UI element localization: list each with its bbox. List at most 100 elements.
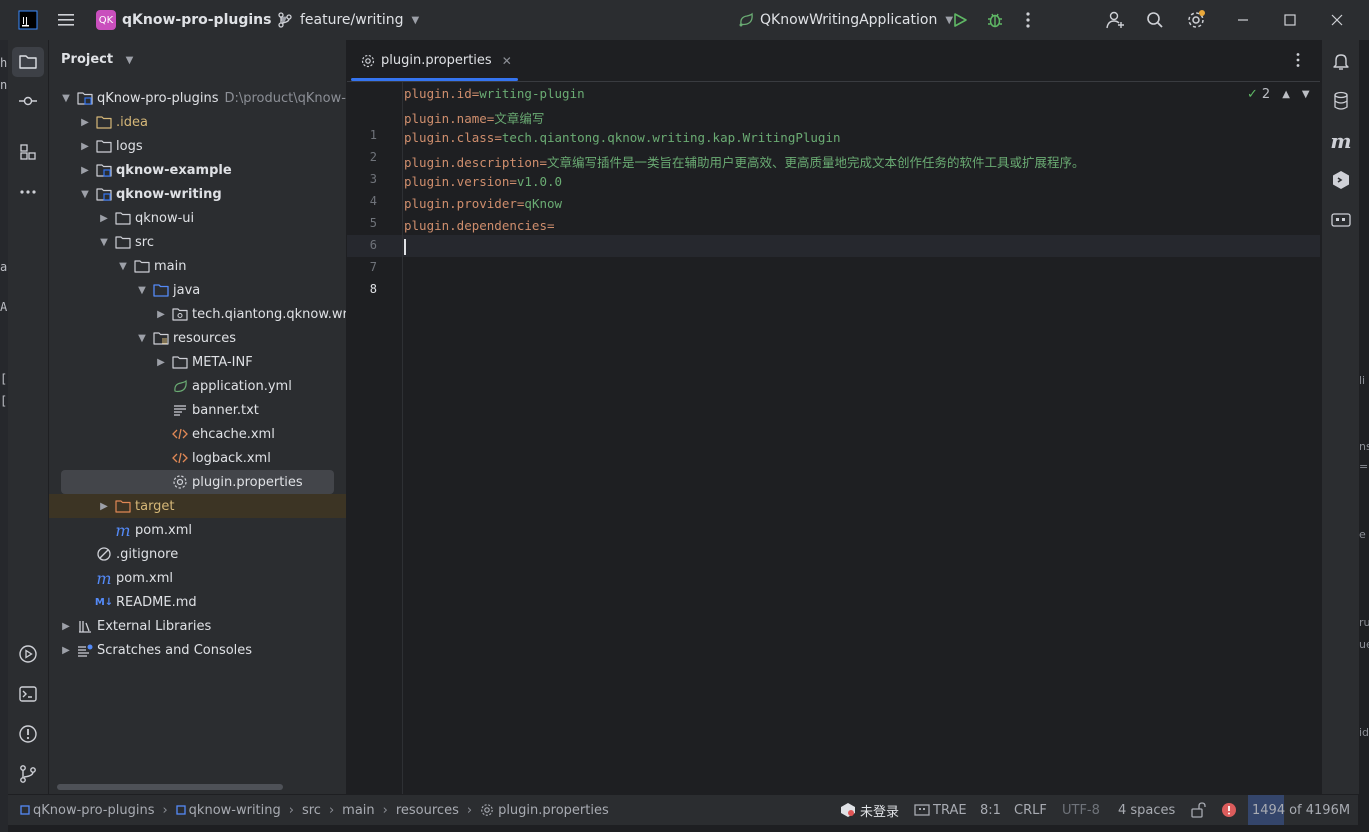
text-file-icon — [172, 402, 188, 418]
read-only-lock-icon[interactable] — [1190, 795, 1206, 825]
horizontal-scrollbar[interactable] — [57, 784, 283, 790]
indent-setting[interactable]: 4 spaces — [1118, 795, 1175, 825]
main-menu-icon[interactable] — [56, 0, 76, 40]
project-folder-icon[interactable] — [16, 50, 40, 74]
tree-item[interactable]: ▶ logs — [49, 134, 346, 158]
tree-item[interactable]: ▼ main — [49, 254, 346, 278]
collapsed-chevron-icon[interactable]: ▶ — [154, 357, 168, 368]
commit-icon[interactable] — [16, 89, 40, 113]
collapsed-chevron-icon[interactable]: ▶ — [78, 165, 92, 176]
device-manager-icon[interactable] — [1329, 208, 1353, 232]
tree-item[interactable]: ▼ java — [49, 278, 346, 302]
project-switcher[interactable]: QK qKnow-pro-plugins ▼ — [96, 0, 287, 40]
breadcrumb-item[interactable]: resources — [396, 803, 459, 818]
tree-item[interactable]: ehcache.xml — [49, 422, 346, 446]
memory-indicator[interactable]: 1494 of 4196M — [1252, 795, 1350, 825]
ai-assistant-icon[interactable] — [1329, 168, 1353, 192]
tree-item[interactable]: ▶ tech.qiantong.qknow.writ — [49, 302, 346, 326]
tree-item[interactable]: ▶ .idea — [49, 110, 346, 134]
breadcrumb-item[interactable]: qknow-writing — [189, 803, 281, 818]
property-value: 文章编写 — [494, 111, 545, 126]
error-indicator-icon[interactable] — [1221, 795, 1237, 825]
tree-item[interactable]: ▼ resources — [49, 326, 346, 350]
breadcrumb-item[interactable]: main — [342, 803, 374, 818]
property-key: plugin.class — [404, 130, 495, 145]
terminal-icon[interactable] — [16, 682, 40, 706]
collapsed-chevron-icon[interactable]: ▶ — [154, 309, 168, 320]
expanded-chevron-icon[interactable]: ▼ — [78, 189, 92, 200]
tree-item[interactable]: ▶ qknow-ui — [49, 206, 346, 230]
structure-icon[interactable] — [16, 140, 40, 164]
folder-icon — [96, 138, 112, 154]
tree-item[interactable]: ▶ External Libraries — [49, 614, 346, 638]
run-config-selector[interactable]: QKnowWritingApplication ▼ — [738, 0, 953, 40]
database-icon[interactable] — [1329, 89, 1353, 113]
more-tools-icon[interactable] — [16, 180, 40, 204]
maximize-button[interactable] — [1267, 0, 1313, 40]
file-encoding[interactable]: UTF-8 — [1062, 795, 1100, 825]
collapsed-chevron-icon[interactable]: ▶ — [59, 645, 73, 656]
tree-item[interactable]: ▼ qKnow-pro-plugins D:\product\qKnow-p — [49, 86, 346, 110]
breadcrumb-item[interactable]: src — [302, 803, 321, 818]
tree-item[interactable]: m pom.xml — [49, 518, 346, 542]
maven-icon[interactable]: m — [1329, 129, 1353, 153]
services-run-icon[interactable] — [16, 642, 40, 666]
collapsed-chevron-icon[interactable]: ▶ — [78, 117, 92, 128]
project-view-selector[interactable]: Project ▼ — [61, 52, 133, 67]
search-icon[interactable] — [1146, 0, 1164, 40]
breadcrumb-item[interactable]: plugin.properties — [498, 803, 609, 818]
tree-item[interactable]: .gitignore — [49, 542, 346, 566]
app-logo-icon[interactable]: IJ — [18, 0, 38, 40]
properties-file-icon — [361, 54, 375, 68]
tree-item[interactable]: logback.xml — [49, 446, 346, 470]
git-icon[interactable] — [16, 762, 40, 786]
line-separator[interactable]: CRLF — [1014, 795, 1047, 825]
debug-button[interactable] — [986, 0, 1004, 40]
login-status[interactable]: 未登录 — [840, 795, 899, 825]
expanded-chevron-icon[interactable]: ▼ — [97, 237, 111, 248]
expanded-chevron-icon[interactable]: ▼ — [135, 333, 149, 344]
tree-item[interactable]: m pom.xml — [49, 566, 346, 590]
tree-item[interactable]: ▶ qknow-example — [49, 158, 346, 182]
tree-item[interactable]: application.yml — [49, 374, 346, 398]
expanded-chevron-icon[interactable]: ▼ — [116, 261, 130, 272]
chevron-down-icon[interactable]: ▼ — [1302, 89, 1310, 100]
tree-item[interactable]: banner.txt — [49, 398, 346, 422]
tree-item[interactable]: M↓ README.md — [49, 590, 346, 614]
settings-gear-icon[interactable] — [1186, 0, 1206, 40]
tree-item[interactable]: ▶ Scratches and Consoles — [49, 638, 346, 662]
more-actions-icon[interactable] — [1024, 0, 1032, 40]
collapsed-chevron-icon[interactable]: ▶ — [97, 501, 111, 512]
chevron-down-icon: ▼ — [411, 14, 420, 26]
run-button[interactable] — [952, 0, 968, 40]
tab-plugin-properties[interactable]: plugin.properties ✕ — [347, 40, 517, 81]
breadcrumb-separator-icon: › — [162, 802, 168, 818]
problems-icon[interactable] — [16, 722, 40, 746]
tree-item[interactable]: ▼ src — [49, 230, 346, 254]
properties-file-icon — [172, 474, 188, 490]
chevron-up-icon[interactable]: ▲ — [1282, 89, 1290, 100]
expanded-chevron-icon[interactable]: ▼ — [135, 285, 149, 296]
branch-switcher[interactable]: feature/writing ▼ — [278, 0, 419, 40]
line-number-gutter: 1 2 3 4 5 6 7 8 — [347, 82, 403, 794]
tab-options-icon[interactable] — [1295, 52, 1301, 72]
expanded-chevron-icon[interactable]: ▼ — [59, 93, 73, 104]
tree-item[interactable]: ▶ target — [49, 494, 346, 518]
trae-widget[interactable]: TRAE — [914, 795, 967, 825]
collapsed-chevron-icon[interactable]: ▶ — [78, 141, 92, 152]
close-tab-icon[interactable]: ✕ — [502, 54, 512, 68]
notifications-bell-icon[interactable] — [1329, 49, 1353, 73]
collapsed-chevron-icon[interactable]: ▶ — [97, 213, 111, 224]
close-button[interactable] — [1314, 0, 1360, 40]
breadcrumb-item[interactable]: qKnow-pro-plugins — [33, 803, 154, 818]
caret-position[interactable]: 8:1 — [980, 795, 1001, 825]
tree-item[interactable]: plugin.properties — [49, 470, 346, 494]
add-user-icon[interactable] — [1106, 0, 1126, 40]
inspection-widget[interactable]: ✓ 2 ▲ ▼ — [1247, 87, 1310, 102]
minimize-button[interactable] — [1220, 0, 1266, 40]
strip-char: e — [1359, 528, 1366, 541]
line-number: 8 — [369, 282, 377, 296]
tree-item[interactable]: ▼ qknow-writing — [49, 182, 346, 206]
collapsed-chevron-icon[interactable]: ▶ — [59, 621, 73, 632]
tree-item[interactable]: ▶ META-INF — [49, 350, 346, 374]
